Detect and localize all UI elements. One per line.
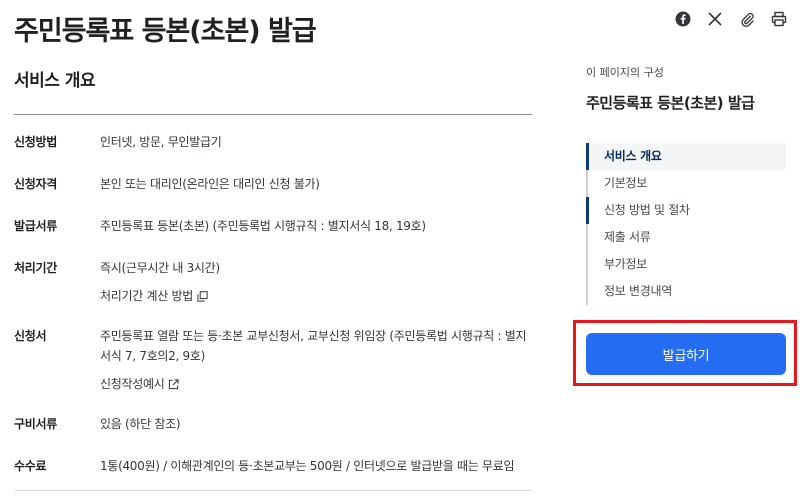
link-label: 처리기간 계산 방법 [100, 289, 193, 303]
link-label: 신청작성예시 [100, 377, 165, 391]
row-value: 1통(400원) / 이해관계인의 등·초본교부는 500원 / 인터넷으로 발… [100, 459, 515, 473]
share-toolbar [674, 10, 788, 28]
toc-item-service-overview[interactable]: 서비스 개요 [586, 143, 786, 170]
row-value: 주민등록표 열람 또는 등·초본 교부신청서, 교부신청 위임장 (주민등록법 … [100, 329, 527, 363]
row-label: 수수료 [14, 459, 47, 473]
row-value-block: 주민등록표 열람 또는 등·초본 교부신청서, 교부신청 위임장 (주민등록법 … [100, 326, 532, 394]
print-icon[interactable] [770, 10, 788, 28]
toc-nav: 서비스 개요 기본정보 신청 방법 및 절차 제출 서류 부가정보 정보 변경내… [586, 143, 786, 305]
toc-item-submission-docs[interactable]: 제출 서류 [586, 224, 786, 251]
info-row-fee: 수수료 1통(400원) / 이해관계인의 등·초본교부는 500원 / 인터넷… [14, 456, 532, 476]
toc-item-additional-info[interactable]: 부가정보 [586, 251, 786, 278]
x-icon[interactable] [706, 10, 724, 28]
row-label: 신청자격 [14, 177, 57, 191]
row-label: 신청방법 [14, 135, 57, 149]
row-value: 본인 또는 대리인(온라인은 대리인 신청 불가) [100, 177, 320, 191]
row-value: 즉시(근무시간 내 3시간) [100, 261, 220, 275]
issue-button[interactable]: 발급하기 [586, 333, 786, 375]
application-example-link[interactable]: 신청작성예시 [100, 374, 180, 394]
toc-title: 주민등록표 등본(초본) 발급 [586, 94, 755, 112]
attach-icon[interactable] [738, 10, 756, 28]
info-row-required-docs: 구비서류 있음 (하단 참조) [14, 414, 532, 434]
toc-item-application-procedure[interactable]: 신청 방법 및 절차 [586, 197, 786, 224]
row-value: 인터넷, 방문, 무인발급기 [100, 135, 222, 149]
facebook-icon[interactable] [674, 10, 692, 28]
content-divider [14, 490, 532, 491]
row-label: 구비서류 [14, 417, 57, 431]
toc-item-basic-info[interactable]: 기본정보 [586, 170, 786, 197]
row-label: 발급서류 [14, 219, 57, 233]
info-row-documents: 발급서류 주민등록표 등본(초본) (주민등록법 시행규칙 : 별지서식 18,… [14, 216, 532, 236]
row-value-block: 즉시(근무시간 내 3시간) 처리기간 계산 방법 [100, 258, 220, 306]
toc-caption: 이 페이지의 구성 [586, 66, 664, 79]
info-row-eligibility: 신청자격 본인 또는 대리인(온라인은 대리인 신청 불가) [14, 174, 532, 194]
row-value: 있음 (하단 참조) [100, 417, 181, 431]
section-title: 서비스 개요 [14, 71, 96, 91]
external-link-icon [169, 378, 180, 389]
page-title: 주민등록표 등본(초본) 발급 [14, 16, 317, 47]
row-label: 처리기간 [14, 261, 57, 275]
info-row-method: 신청방법 인터넷, 방문, 무인발급기 [14, 132, 532, 152]
row-value: 주민등록표 등본(초본) (주민등록법 시행규칙 : 별지서식 18, 19호) [100, 219, 426, 233]
processing-time-calc-link[interactable]: 처리기간 계산 방법 [100, 286, 208, 306]
info-row-application-form: 신청서 주민등록표 열람 또는 등·초본 교부신청서, 교부신청 위임장 (주민… [14, 326, 532, 394]
section-divider [14, 114, 532, 115]
copy-icon [197, 290, 208, 302]
toc-item-change-history[interactable]: 정보 변경내역 [586, 278, 786, 305]
row-label: 신청서 [14, 329, 47, 343]
info-row-processing-time: 처리기간 즉시(근무시간 내 3시간) 처리기간 계산 방법 [14, 258, 532, 306]
